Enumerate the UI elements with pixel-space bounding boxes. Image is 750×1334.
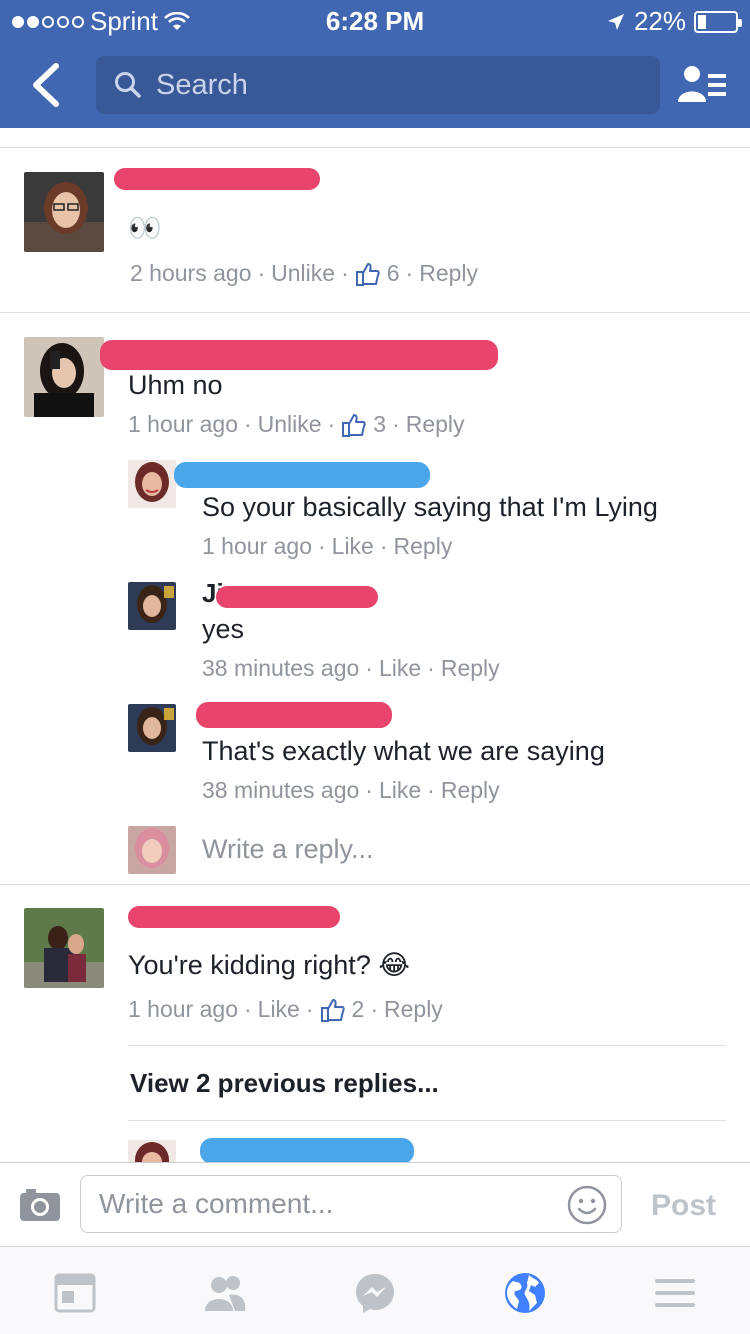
menu-icon[interactable] [653,1271,697,1315]
emoji-smile-icon[interactable] [567,1185,607,1225]
like-link[interactable]: Like [332,533,374,560]
comment-meta: 1 hour ago · Unlike · 3 · Reply [128,411,465,438]
like-thumb-icon [320,998,345,1022]
comment-time: 1 hour ago [128,996,238,1022]
tab-bar [0,1246,750,1334]
avatar[interactable] [24,172,104,252]
redacted-name [196,702,392,728]
comment-placeholder: Write a comment... [99,1188,334,1219]
camera-icon[interactable] [18,1187,62,1223]
battery-percent: 22% [633,6,686,36]
reply-meta: 38 minutes ago · Like · Reply [202,655,500,682]
top-header: Sprint 6:28 PM 22% Search [0,0,750,128]
comment-meta: 2 hours ago · Unlike · 6 · Reply [130,260,479,287]
like-thumb-icon [355,262,380,286]
like-count[interactable]: 3 [373,411,386,438]
comment-meta: 1 hour ago · Like · 2 · Reply [128,996,443,1023]
unlike-link[interactable]: Unlike [271,260,335,287]
search-placeholder: Search [156,68,248,101]
avatar[interactable] [24,337,104,417]
redacted-name [100,340,498,370]
friends-icon[interactable] [203,1271,247,1315]
reply-link[interactable]: Reply [384,996,443,1023]
like-link[interactable]: Like [258,996,300,1023]
unlike-link[interactable]: Unlike [258,411,322,438]
back-chevron-icon[interactable] [28,62,68,108]
reply-avatar[interactable] [128,460,176,508]
redacted-name [174,462,430,488]
reply-text: yes [202,614,245,644]
reply-link[interactable]: Reply [441,655,500,682]
comment-time: 2 hours ago [130,260,252,286]
reply-time: 1 hour ago [202,533,312,559]
reply-time: 38 minutes ago [202,655,360,681]
like-link[interactable]: Like [379,777,421,804]
reply-avatar[interactable] [128,704,176,752]
like-count[interactable]: 6 [387,260,400,287]
comment-composer: Write a comment... Post [0,1162,750,1246]
reply-avatar[interactable] [128,1140,176,1162]
divider [0,884,750,885]
reply-meta: 1 hour ago · Like · Reply [202,533,453,560]
redacted-name [114,168,320,190]
comment-text: 👀 [128,213,162,243]
comment-time: 1 hour ago [128,411,238,437]
comment-input[interactable]: Write a comment... [80,1175,622,1233]
post-button[interactable]: Post [651,1189,716,1223]
reply-link[interactable]: Reply [394,533,453,560]
redacted-name [128,906,340,928]
notifications-globe-icon[interactable] [503,1271,547,1315]
reply-avatar[interactable] [128,582,176,630]
search-icon [115,72,141,98]
divider [128,1045,726,1046]
comment-text: Uhm no [128,370,223,400]
divider [128,1120,726,1121]
reply-link[interactable]: Reply [441,777,500,804]
like-count[interactable]: 2 [352,996,365,1023]
redacted-name [216,586,378,608]
reply-meta: 38 minutes ago · Like · Reply [202,777,500,804]
location-arrow-icon [607,13,624,30]
friend-requests-icon[interactable] [678,64,728,104]
write-reply-input[interactable]: Write a reply... [202,834,374,865]
battery-icon [694,10,742,33]
avatar[interactable] [24,908,104,988]
nav-bar: Search [0,56,750,114]
redacted-name [200,1138,414,1164]
view-previous-replies[interactable]: View 2 previous replies... [130,1068,439,1099]
like-thumb-icon [342,413,366,437]
messenger-icon[interactable] [353,1271,397,1315]
like-link[interactable]: Like [379,655,421,682]
reply-link[interactable]: Reply [419,260,478,287]
reply-time: 38 minutes ago [202,777,360,803]
divider [0,147,750,148]
search-input[interactable]: Search [96,56,660,114]
reply-text: That's exactly what we are saying [202,736,605,766]
news-feed-icon[interactable] [53,1271,97,1315]
divider [0,312,750,313]
reply-text: So your basically saying that I'm Lying [202,492,658,522]
status-bar: Sprint 6:28 PM 22% [0,0,750,40]
comment-text: You're kidding right? 😂 [128,950,410,980]
status-right: 22% [606,6,742,37]
own-avatar [128,826,176,874]
reply-link[interactable]: Reply [406,411,465,438]
